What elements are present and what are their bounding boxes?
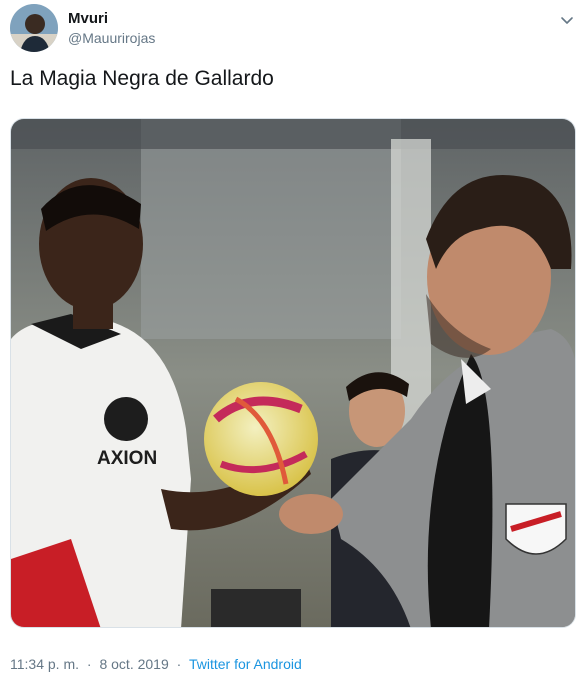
jersey-sponsor-text: AXION [97,448,157,469]
meta-separator: · [176,656,182,672]
tweet-time[interactable]: 11:34 p. m. [10,656,79,672]
tweet-text: La Magia Negra de Gallardo [10,67,274,90]
tweet-header: Mvuri @Mauurirojas [10,4,575,52]
tweet-menu-chevron-down-icon[interactable] [559,12,575,28]
author-avatar[interactable] [10,4,58,52]
tweet-date[interactable]: 8 oct. 2019 [99,656,168,672]
tweet-meta: 11:34 p. m. · 8 oct. 2019 · Twitter for … [10,655,302,673]
author-handle[interactable]: @Mauurirojas [68,29,155,47]
author-display-name[interactable]: Mvuri [68,10,155,28]
meta-separator: · [86,656,92,672]
tweet-source-link[interactable]: Twitter for Android [189,656,302,672]
tweet-photo[interactable]: AXION [10,118,576,628]
avatar-photo-icon [10,4,58,52]
photo-icon: AXION [11,119,575,627]
